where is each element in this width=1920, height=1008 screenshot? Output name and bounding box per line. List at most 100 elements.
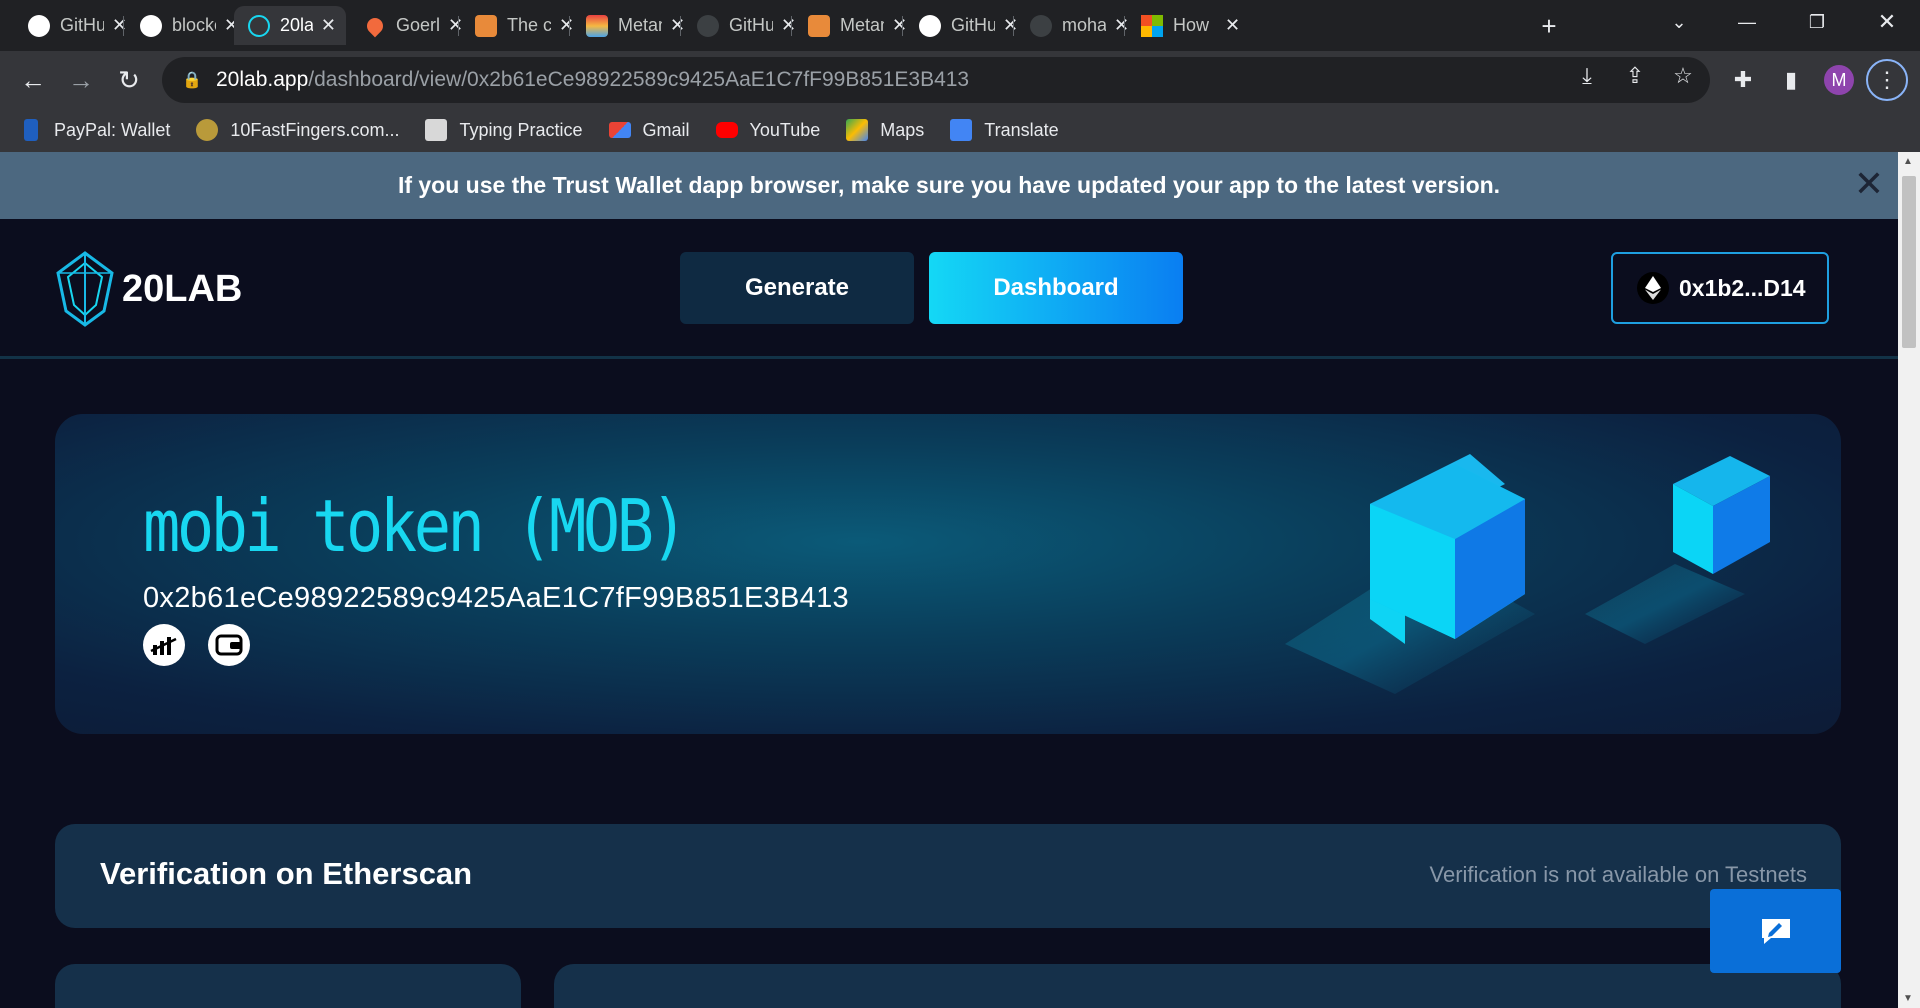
verification-note: Verification is not available on Testnet… — [1429, 862, 1808, 887]
generate-button[interactable]: Generate — [680, 252, 914, 324]
tab-how[interactable]: How ✕ — [1127, 6, 1250, 45]
address-bar[interactable]: 🔒 20lab.app/dashboard/view/0x2b61eCe9892… — [162, 57, 1710, 103]
side-panel-icon[interactable]: ▮ — [1774, 63, 1808, 97]
tab-label: How — [1173, 15, 1210, 35]
menu-icon[interactable]: ⋮ — [1866, 59, 1908, 101]
cubes-illustration — [1285, 454, 1770, 694]
maps-icon — [846, 119, 869, 141]
token-hero-card: mobi token (MOB) 0x2b61eCe98922589c9425A… — [55, 414, 1841, 734]
token-address: 0x2b61eCe98922589c9425AaE1C7fF99B851E3B4… — [143, 582, 849, 614]
bookmark-label: Typing Practice — [459, 119, 583, 140]
dashboard-button[interactable]: Dashboard — [929, 252, 1183, 324]
info-card-left — [55, 964, 521, 1008]
bookmark-maps[interactable]: Maps — [846, 119, 924, 141]
bookmark-label: Translate — [984, 119, 1059, 140]
microsoft-icon — [1141, 14, 1163, 37]
tab-strip: GitHub ✕ blockchain ✕ 20lab ✕ Goerli ✕ T… — [0, 0, 1920, 51]
chart-icon[interactable] — [143, 624, 185, 666]
profile-avatar[interactable]: M — [1824, 65, 1854, 95]
tab-github-3[interactable]: GitHub ✕ — [905, 6, 1028, 45]
tab-moha[interactable]: moha ✕ — [1016, 6, 1139, 45]
20lab-icon — [248, 14, 270, 37]
wallet-icon[interactable] — [208, 624, 250, 666]
close-window-button[interactable]: ✕ — [1856, 0, 1918, 44]
page-content: If you use the Trust Wallet dapp browser… — [0, 152, 1898, 1008]
20lab-logo-icon — [56, 251, 114, 327]
back-icon[interactable]: ← — [16, 63, 50, 97]
scroll-down-icon[interactable]: ▼ — [1903, 993, 1913, 1004]
tab-label: 20lab — [280, 15, 313, 35]
feedback-button[interactable] — [1710, 889, 1841, 973]
bookmark-label: PayPal: Wallet — [54, 119, 171, 140]
tab-label: Metamask — [618, 15, 662, 35]
tab-label: blockchain — [172, 15, 216, 35]
bookmark-typing-practice[interactable]: Typing Practice — [425, 119, 583, 141]
wallet-button[interactable]: 0x1b2...D14 — [1611, 252, 1829, 324]
github-icon — [919, 14, 941, 37]
bookmark-youtube[interactable]: YouTube — [715, 119, 821, 141]
bookmark-star-icon[interactable]: ☆ — [1668, 63, 1698, 89]
tab-label: The c — [507, 15, 551, 35]
tab-goerli[interactable]: Goerli ✕ — [350, 6, 473, 45]
tab-label: GitHub — [60, 15, 104, 35]
close-icon[interactable]: ✕ — [1854, 166, 1884, 202]
verification-title: Verification on Etherscan — [100, 856, 473, 891]
verification-card: Verification on Etherscan Verification i… — [55, 824, 1841, 928]
restore-button[interactable]: ❐ — [1786, 0, 1848, 44]
bookmark-gmail[interactable]: Gmail — [608, 119, 690, 141]
github-icon — [140, 14, 162, 37]
share-icon[interactable]: ⇪ — [1620, 63, 1650, 89]
tab-github-2[interactable]: GitHub ✕ — [683, 6, 806, 45]
bookmark-label: YouTube — [749, 119, 821, 140]
forward-icon[interactable]: → — [64, 63, 98, 97]
metamask-icon — [475, 14, 497, 37]
tab-label: moha — [1062, 15, 1106, 35]
scrollbar-thumb[interactable] — [1902, 176, 1916, 348]
bookmark-translate[interactable]: Translate — [950, 119, 1059, 141]
bookmarks-bar: PayPal: Wallet 10FastFingers.com... Typi… — [0, 108, 1920, 152]
bookmark-label: Gmail — [642, 119, 690, 140]
typing-icon — [425, 119, 448, 141]
wallet-address: 0x1b2...D14 — [1679, 274, 1806, 301]
tab-20lab[interactable]: 20lab ✕ — [234, 6, 346, 45]
rainbow-icon — [586, 14, 608, 37]
tab-metamask-2[interactable]: Metamask ✕ — [794, 6, 917, 45]
bookmark-paypal[interactable]: PayPal: Wallet — [24, 119, 170, 141]
10fastfingers-icon — [196, 119, 219, 141]
github-icon — [28, 14, 50, 37]
lock-icon: 🔒 — [182, 72, 202, 89]
metamask-icon — [808, 14, 830, 37]
site-header: 20LAB Generate Dashboard 0x1b2...D14 — [0, 219, 1898, 359]
url-path: /dashboard/view/0x2b61eCe98922589c9425Aa… — [308, 68, 970, 91]
tab-github-1[interactable]: GitHub ✕ — [14, 6, 137, 45]
gmail-icon — [608, 122, 631, 138]
tab-metamask-1[interactable]: Metamask ✕ — [572, 6, 695, 45]
url-host: 20lab.app — [216, 68, 309, 91]
tab-search-icon[interactable]: ⌄ — [1648, 0, 1710, 44]
github-icon — [697, 14, 719, 37]
install-app-icon[interactable]: ⤓ — [1572, 63, 1602, 89]
close-icon[interactable]: ✕ — [1225, 15, 1240, 36]
info-card-right — [554, 964, 1841, 1008]
translate-icon — [950, 119, 973, 141]
page-scrollbar[interactable]: ▲ ▼ — [1898, 152, 1920, 1008]
close-icon[interactable]: ✕ — [112, 15, 127, 36]
logo-text: 20LAB — [122, 267, 243, 310]
tab-blockchain[interactable]: blockchain ✕ — [126, 6, 249, 45]
scroll-up-icon[interactable]: ▲ — [1903, 156, 1913, 167]
new-tab-button[interactable]: + — [1518, 4, 1580, 48]
tab-label: GitHub — [951, 15, 995, 35]
minimize-button[interactable]: — — [1716, 0, 1778, 44]
chat-icon — [1761, 919, 1790, 944]
bookmark-10fastfingers[interactable]: 10FastFingers.com... — [196, 119, 399, 141]
github-icon — [1030, 14, 1052, 37]
tab-the-c[interactable]: The c ✕ — [461, 6, 584, 45]
logo[interactable]: 20LAB — [54, 251, 242, 327]
reload-icon[interactable]: ↻ — [112, 63, 146, 97]
browser-toolbar: ← → ↻ 🔒 20lab.app/dashboard/view/0x2b61e… — [0, 51, 1920, 108]
tab-label: Metamask — [840, 15, 884, 35]
extensions-icon[interactable]: ✚ — [1726, 63, 1760, 97]
tab-label: Goerli — [396, 15, 440, 35]
close-icon[interactable]: ✕ — [321, 15, 336, 36]
notice-banner: If you use the Trust Wallet dapp browser… — [0, 152, 1898, 219]
